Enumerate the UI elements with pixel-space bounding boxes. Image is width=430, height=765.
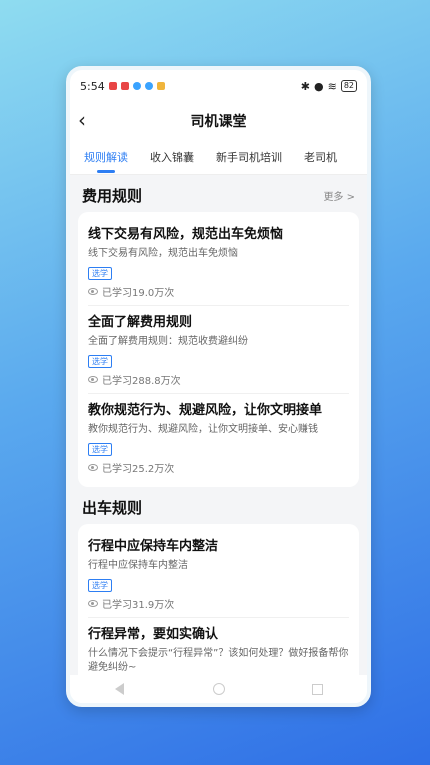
course-title: 线下交易有风险，规范出车免烦恼	[88, 227, 284, 242]
battery-icon: 82	[340, 80, 357, 92]
course-item[interactable]: 全面了解费用规则 全面了解费用规则：规范收费避纠纷 选学 已学习288.8万次	[88, 306, 349, 394]
course-stats: 已学习19.0万次	[88, 284, 349, 299]
status-right: ✱ ● ≋ 82	[301, 80, 357, 93]
course-title: 行程异常，要如实确认	[88, 627, 219, 642]
course-tag: 选学	[88, 355, 112, 368]
eye-icon	[88, 288, 98, 295]
course-subtitle: 什么情况下会提示“行程异常”？该如何处理？做好报备帮你避免纠纷~	[88, 648, 349, 673]
notification-icon	[144, 82, 153, 90]
status-left: 5:54	[80, 80, 165, 93]
bluetooth-icon: ✱	[300, 79, 310, 93]
course-title: 全面了解费用规则	[88, 315, 193, 330]
eye-icon	[88, 600, 98, 607]
section-title: 出车规则	[82, 499, 143, 517]
course-tag: 选学	[88, 267, 112, 280]
course-tag: 选学	[88, 579, 112, 592]
back-triangle-icon	[115, 683, 124, 695]
study-count: 已学习25.2万次	[102, 464, 175, 475]
course-subtitle: 线下交易有风险，规范出车免烦恼	[88, 248, 238, 259]
phone-frame: 5:54 ✱ ● ≋ 82 ‹ 司机课堂 规则解读 收入锦囊 新手司机培训 老司…	[66, 66, 371, 707]
nav-back-button[interactable]	[114, 683, 126, 695]
back-icon[interactable]: ‹	[78, 110, 100, 132]
status-bar: 5:54 ✱ ● ≋ 82	[70, 70, 367, 102]
tab-rules[interactable]: 规则解读	[84, 149, 128, 165]
course-subtitle: 行程中应保持车内整洁	[88, 560, 188, 571]
nav-home-button[interactable]	[212, 683, 225, 695]
study-count: 已学习31.9万次	[102, 600, 175, 611]
tab-income[interactable]: 收入锦囊	[150, 149, 194, 165]
content: 费用规则 更多 > 线下交易有风险，规范出车免烦恼 线下交易有风险，规范出车免烦…	[70, 175, 367, 703]
app-header: ‹ 司机课堂	[70, 102, 367, 140]
course-stats: 已学习288.8万次	[88, 372, 349, 387]
course-tag: 选学	[88, 443, 112, 456]
recents-square-icon	[312, 683, 323, 695]
course-title: 行程中应保持车内整洁	[88, 539, 219, 554]
course-subtitle: 教你规范行为、规避风险，让你文明接单、安心赚钱	[88, 424, 318, 435]
course-card: 线下交易有风险，规范出车免烦恼 线下交易有风险，规范出车免烦恼 选学 已学习19…	[78, 212, 359, 487]
system-nav-bar	[70, 675, 367, 703]
tab-newbie[interactable]: 新手司机培训	[216, 149, 282, 165]
eye-icon	[88, 376, 98, 383]
course-title: 教你规范行为、规避风险，让你文明接单	[88, 403, 323, 418]
study-count: 已学习19.0万次	[102, 288, 175, 299]
notification-icon	[108, 82, 117, 90]
eye-icon	[88, 464, 98, 471]
location-icon: ●	[313, 79, 324, 93]
course-subtitle: 全面了解费用规则：规范收费避纠纷	[88, 336, 248, 347]
nav-recents-button[interactable]	[312, 683, 324, 695]
tab-veteran[interactable]: 老司机	[304, 149, 337, 165]
more-link[interactable]: 更多 >	[323, 188, 355, 203]
tab-bar: 规则解读 收入锦囊 新手司机培训 老司机	[70, 140, 367, 175]
course-stats: 已学习25.2万次	[88, 460, 349, 475]
course-stats: 已学习31.9万次	[88, 596, 349, 611]
notification-icon	[156, 82, 165, 90]
section-header: 费用规则 更多 >	[82, 185, 355, 206]
page-title: 司机课堂	[190, 114, 247, 130]
wifi-icon: ≋	[327, 79, 337, 93]
notification-icon	[132, 82, 141, 90]
course-item[interactable]: 行程中应保持车内整洁 行程中应保持车内整洁 选学 已学习31.9万次	[88, 530, 349, 618]
course-item[interactable]: 教你规范行为、规避风险，让你文明接单 教你规范行为、规避风险，让你文明接单、安心…	[88, 394, 349, 481]
notification-icon	[120, 82, 129, 90]
home-circle-icon	[212, 683, 225, 695]
section-title: 费用规则	[82, 187, 143, 205]
course-item[interactable]: 线下交易有风险，规范出车免烦恼 线下交易有风险，规范出车免烦恼 选学 已学习19…	[88, 218, 349, 306]
section-header: 出车规则	[82, 497, 355, 518]
status-time: 5:54	[80, 79, 105, 93]
study-count: 已学习288.8万次	[102, 376, 181, 387]
